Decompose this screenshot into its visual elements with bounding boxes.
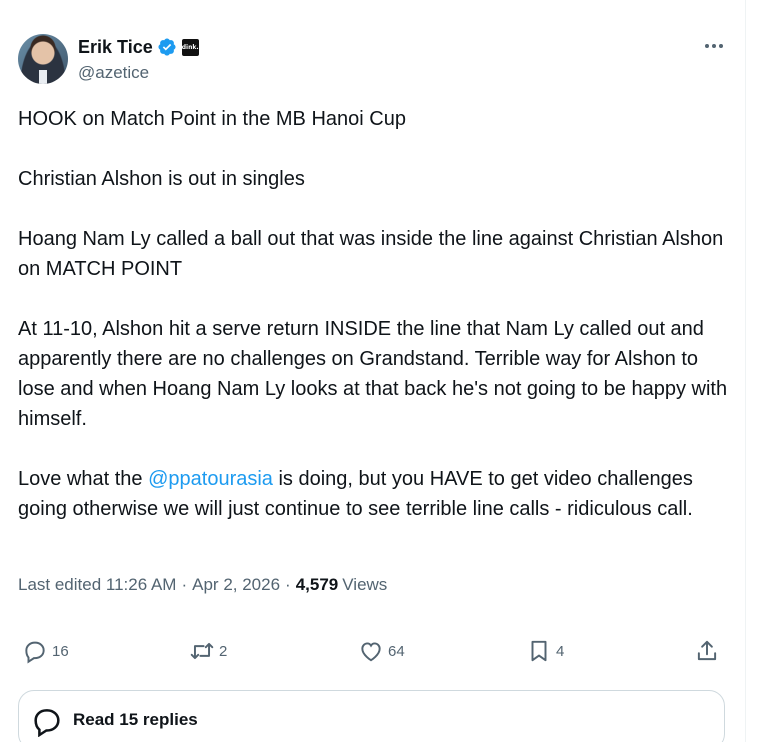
heart-icon — [361, 642, 381, 662]
bookmark-icon — [531, 640, 547, 662]
tweet-header: Erik Tice dink. @azetice — [18, 34, 728, 86]
repost-button[interactable]: 2 — [189, 636, 227, 666]
meta-separator: · — [285, 575, 291, 594]
like-button[interactable]: 64 — [358, 636, 405, 666]
read-replies-label: Read 15 replies — [73, 710, 198, 729]
column-border — [745, 0, 746, 742]
repost-icon — [190, 642, 214, 660]
views-count: 4,579 — [295, 575, 339, 594]
tweet-paragraph: Christian Alshon is out in singles — [18, 168, 305, 190]
share-button[interactable] — [694, 636, 720, 666]
author-display-name[interactable]: Erik Tice — [78, 37, 153, 58]
tweet-paragraph: Love what the @ppatourasia is doing, but… — [18, 464, 730, 524]
author-handle[interactable]: @azetice — [78, 63, 149, 83]
tweet-meta: Last edited 11:26 AM · Apr 2, 2026 · 4,5… — [18, 575, 387, 595]
reply-icon — [34, 709, 60, 737]
tweet-text-segment: Love what the — [18, 468, 149, 490]
tweet-text: HOOK on Match Point in the MB Hanoi Cup … — [18, 104, 730, 524]
edited-timestamp[interactable]: Last edited 11:26 AM — [18, 575, 176, 595]
bookmark-count: 4 — [556, 642, 565, 660]
affiliate-badge[interactable]: dink. — [181, 38, 199, 56]
tweet-paragraph: At 11-10, Alshon hit a serve return INSI… — [18, 318, 728, 430]
repost-count: 2 — [219, 642, 228, 660]
mention-link[interactable]: @ppatourasia — [148, 468, 273, 490]
avatar[interactable] — [18, 34, 68, 84]
more-icon[interactable] — [703, 38, 725, 54]
action-bar: 16 2 64 4 — [0, 636, 745, 666]
views-label: Views — [342, 575, 388, 594]
author-name-row: Erik Tice dink. — [78, 36, 199, 58]
like-count: 64 — [388, 642, 405, 660]
read-replies-button[interactable]: Read 15 replies — [18, 690, 725, 742]
share-icon — [697, 640, 717, 661]
tweet-date[interactable]: Apr 2, 2026 — [192, 575, 280, 595]
reply-button[interactable]: 16 — [22, 636, 69, 666]
meta-separator: · — [181, 575, 188, 594]
reply-count: 16 — [52, 642, 69, 660]
verified-badge-icon — [158, 38, 176, 56]
reply-icon — [25, 641, 45, 664]
tweet-paragraph: HOOK on Match Point in the MB Hanoi Cup — [18, 108, 406, 130]
tweet-paragraph: Hoang Nam Ly called a ball out that was … — [18, 228, 724, 280]
bookmark-button[interactable]: 4 — [526, 636, 564, 666]
